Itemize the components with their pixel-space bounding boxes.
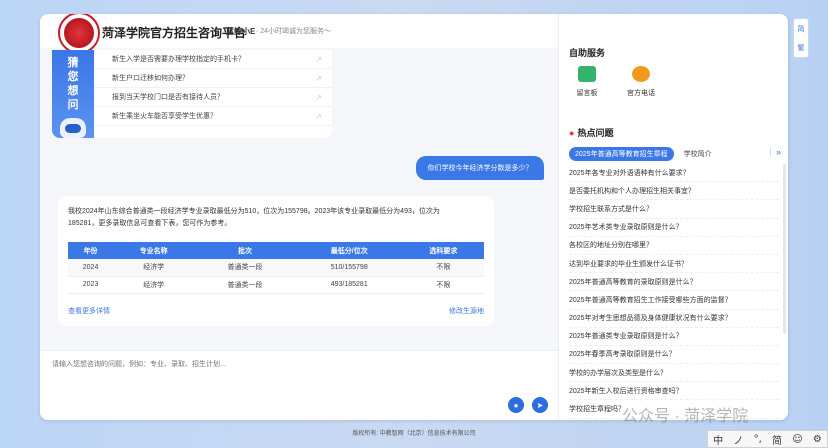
language-switch: 简 繁 <box>793 18 809 58</box>
score-table: 年份 专业名称 批次 最低分/位次 选科要求 2024 经济学 普通类一段 51… <box>68 242 484 294</box>
faq-banner-char: 想 <box>67 85 79 97</box>
edit-origin-link[interactable]: 修改生源地 <box>449 306 484 316</box>
faq-item[interactable]: 新生入学是否需要办理学校指定的手机卡？ ↗ <box>94 50 332 69</box>
hot-item[interactable]: 达到毕业要求的毕业生颁发什么证书？ <box>569 255 779 274</box>
question-input[interactable] <box>52 357 492 371</box>
table-header: 选科要求 <box>402 242 484 259</box>
assistant-brand: 蓝鲸小E <box>226 27 256 36</box>
hot-item[interactable]: 学校的办学层次及类型是什么？ <box>569 364 779 383</box>
hot-item[interactable]: 2025年春季高考录取原则是什么？ <box>569 346 779 365</box>
input-area: ● ➤ <box>40 350 558 420</box>
phone-icon <box>632 66 650 82</box>
services-title: 自助服务 <box>569 48 606 58</box>
hot-item[interactable]: 2025年艺术类专业录取原则是什么？ <box>569 219 779 237</box>
hot-item[interactable]: 2025年各专业对外语语种有什么要求？ <box>569 164 779 183</box>
hot-item[interactable]: 各校区的地址分别在哪里？ <box>569 237 779 255</box>
hot-list: 2025年各专业对外语语种有什么要求？ 是否委托机构和个人办理招生相关事宜？ 学… <box>569 164 779 419</box>
moon-icon[interactable]: ノ <box>733 432 743 447</box>
chat-window: 菏泽学院官方招生咨询平台 蓝鲸小E · 24小时竭诚为您服务～ 猜 您 想 问 … <box>40 14 788 420</box>
arrow-icon: ↗ <box>315 73 322 83</box>
chat-bubble-icon[interactable]: ● <box>508 397 524 413</box>
header-slogan: · 24小时竭诚为您服务～ <box>256 28 332 35</box>
table-header: 专业名称 <box>113 242 195 259</box>
faq-banner: 猜 您 想 问 <box>52 50 94 138</box>
faq-banner-char: 猜 <box>67 57 79 69</box>
chat-area: 猜 您 想 问 新生入学是否需要办理学校指定的手机卡？ ↗ 新生户口迁移如何办理？… <box>40 48 558 420</box>
table-header: 最低分/位次 <box>295 242 403 259</box>
hot-item[interactable]: 2025年普通高等教育招生工作接受哪些方面的监督？ <box>569 291 779 310</box>
flame-icon: ● <box>569 128 575 138</box>
punctuation-icon[interactable]: °, <box>754 434 762 445</box>
hot-item[interactable]: 2025年新生入校后进行资格审查吗？ <box>569 382 779 401</box>
emoji-icon[interactable]: ☺ <box>792 434 802 445</box>
faq-item[interactable]: 新生乘坐火车能否享受学生优惠？ ↗ <box>94 107 332 126</box>
faq-banner-char: 问 <box>67 99 79 111</box>
page-title: 菏泽学院官方招生咨询平台 <box>102 26 247 40</box>
hot-item[interactable]: 是否委托机构和个人办理招生相关事宜？ <box>569 182 779 201</box>
faq-item[interactable]: 报到当天学校门口是否有接待人员？ ↗ <box>94 88 332 107</box>
faq-item[interactable]: 新生户口迁移如何办理？ ↗ <box>94 69 332 88</box>
arrow-icon: ↗ <box>315 111 322 121</box>
robot-mascot-icon <box>60 118 86 138</box>
send-icon[interactable]: ➤ <box>532 397 548 413</box>
arrow-icon: ↗ <box>315 54 322 64</box>
tab-admission-rules[interactable]: 2025年普通高等教育招生章程 <box>569 147 674 161</box>
settings-icon[interactable]: ⚙ <box>813 434 822 445</box>
hot-title: ● 热点问题 <box>569 128 614 138</box>
answer-text: 我校2024年山东综合普通类一段经济学专业录取最低分为510，位次为155798… <box>68 208 440 227</box>
faq-card: 猜 您 想 问 新生入学是否需要办理学校指定的手机卡？ ↗ 新生户口迁移如何办理？… <box>52 50 332 138</box>
hot-item[interactable]: 学校招生联系方式是什么？ <box>569 200 779 219</box>
table-row: 2023 经济学 普通类一段 493/185281 不限 <box>68 276 484 294</box>
footer-copyright: 版权所有: 中教智网（北京）信息技术有限公司 <box>352 431 476 437</box>
arrow-icon: ↗ <box>315 92 322 102</box>
ime-toolbar: 中 ノ °, 简 ☺ ⚙ <box>707 430 828 448</box>
faq-banner-char: 您 <box>67 71 79 83</box>
header: 菏泽学院官方招生咨询平台 蓝鲸小E · 24小时竭诚为您服务～ <box>40 14 558 54</box>
table-header: 年份 <box>68 242 114 259</box>
chevron-right-icon[interactable]: » <box>769 147 781 157</box>
hot-item[interactable]: 2025年对考生思想品德及身体健康状况有什么要求？ <box>569 310 779 328</box>
table-header: 批次 <box>194 242 296 259</box>
message-icon <box>578 66 596 82</box>
message-board-button[interactable]: 留言板 <box>567 66 607 98</box>
faq-list: 新生入学是否需要办理学校指定的手机卡？ ↗ 新生户口迁移如何办理？ ↗ 报到当天学校… <box>94 50 332 126</box>
hot-tabs: 2025年普通高等教育招生章程 学校简介 » <box>569 147 781 161</box>
simplified-button[interactable]: 简 <box>798 24 805 34</box>
watermark: 公众号 · 菏泽学院 <box>622 408 749 425</box>
user-message: 你们学校今年经济学分数是多少？ <box>416 156 544 180</box>
sidebar: 自助服务 留言板 官方电话 ● 热点问题 2025年普通高等教育招生章程 学校简介… <box>558 14 788 420</box>
table-row: 2024 经济学 普通类一段 510/155798 不限 <box>68 259 484 277</box>
bot-answer: 我校2024年山东综合普通类一段经济学专业录取最低分为510，位次为155798… <box>58 196 494 326</box>
official-phone-button[interactable]: 官方电话 <box>621 66 661 98</box>
tab-school-intro[interactable]: 学校简介 <box>684 149 712 159</box>
hot-item[interactable]: 2025年普通类专业录取原则是什么？ <box>569 328 779 346</box>
simplified-toggle[interactable]: 简 <box>772 432 782 447</box>
more-details-link[interactable]: 查看更多详情 <box>68 306 110 316</box>
ime-mode[interactable]: 中 <box>713 432 723 447</box>
traditional-button[interactable]: 繁 <box>798 43 805 53</box>
scrollbar[interactable] <box>783 164 786 334</box>
hot-item[interactable]: 2025年普通高等教育的录取原则是什么？ <box>569 273 779 292</box>
